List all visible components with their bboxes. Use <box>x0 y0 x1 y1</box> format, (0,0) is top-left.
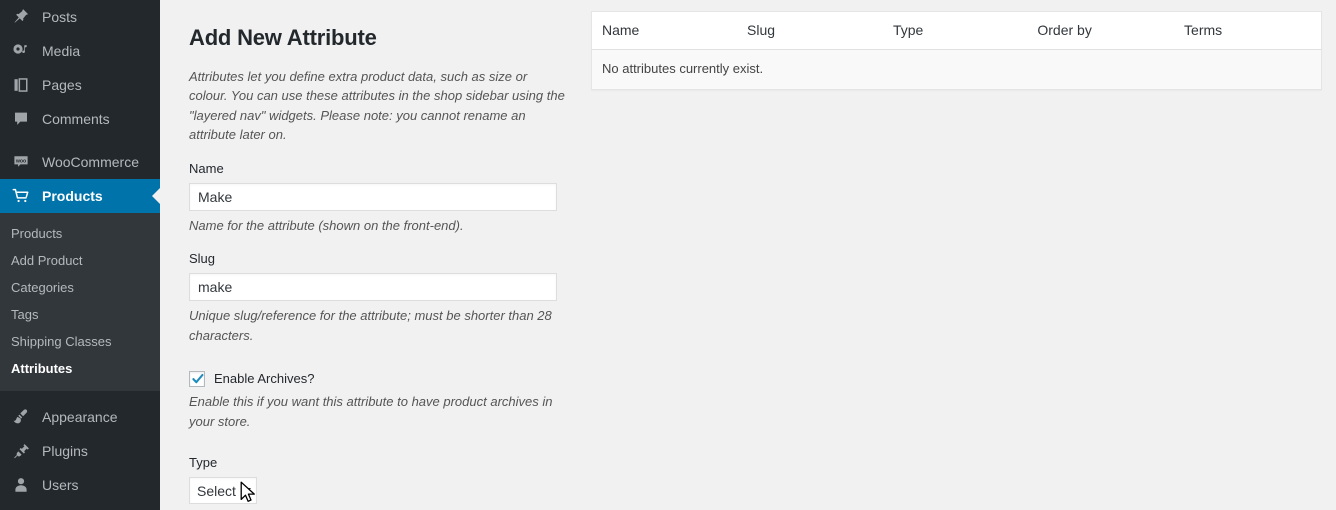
name-description: Name for the attribute (shown on the fro… <box>189 216 561 236</box>
sidebar-woocommerce-group: woo WooCommerce Products Products <box>0 145 160 391</box>
column-header-type: Type <box>883 12 1027 50</box>
chevron-down-icon <box>243 488 251 493</box>
woocommerce-icon: woo <box>11 152 33 172</box>
sidebar-item-label: Media <box>42 44 80 58</box>
sidebar-item-products[interactable]: Products <box>0 179 160 213</box>
column-header-slug: Slug <box>737 12 883 50</box>
column-header-name: Name <box>592 12 738 50</box>
empty-state-message: No attributes currently exist. <box>592 50 1322 90</box>
sidebar-item-label: Comments <box>42 112 110 126</box>
plug-icon <box>11 441 33 461</box>
pages-icon <box>11 75 33 95</box>
sidebar-primary-group: Posts Media <box>0 0 160 136</box>
table-header-row: Name Slug Type Order by Terms <box>592 12 1322 50</box>
products-submenu: Products Add Product Categories Tags Shi… <box>0 213 160 391</box>
sidebar-item-posts[interactable]: Posts <box>0 0 160 34</box>
enable-archives-description: Enable this if you want this attribute t… <box>189 392 561 431</box>
sidebar-item-label: Users <box>42 478 79 492</box>
attributes-table: Name Slug Type Order by Terms No attribu… <box>591 11 1322 90</box>
sidebar-item-users[interactable]: Users <box>0 468 160 502</box>
column-header-order-by: Order by <box>1027 12 1174 50</box>
sidebar-item-label: Appearance <box>42 410 118 424</box>
sidebar-item-label: Products <box>42 189 103 203</box>
sidebar-item-media[interactable]: Media <box>0 34 160 68</box>
media-icon <box>11 41 33 61</box>
submenu-item-products[interactable]: Products <box>0 220 160 247</box>
cart-icon <box>11 186 33 206</box>
attributes-table-head: Name Slug Type Order by Terms <box>592 12 1322 50</box>
sidebar-item-label: Plugins <box>42 444 88 458</box>
attribute-name-input[interactable] <box>189 183 557 211</box>
enable-archives-row[interactable]: Enable Archives? <box>189 371 590 387</box>
paintbrush-icon <box>11 407 33 427</box>
name-field-block: Name Name for the attribute (shown on th… <box>189 161 590 236</box>
sidebar-item-label: Posts <box>42 10 77 24</box>
comments-icon <box>11 109 33 129</box>
attributes-table-body: No attributes currently exist. <box>592 50 1322 90</box>
submenu-item-attributes[interactable]: Attributes <box>0 355 160 382</box>
page-title: Add New Attribute <box>189 0 590 53</box>
enable-archives-label: Enable Archives? <box>214 371 314 387</box>
enable-archives-checkbox[interactable] <box>189 371 205 387</box>
form-intro-text: Attributes let you define extra product … <box>189 67 569 145</box>
slug-description: Unique slug/reference for the attribute;… <box>189 306 561 345</box>
attribute-slug-input[interactable] <box>189 273 557 301</box>
sidebar-item-label: WooCommerce <box>42 155 139 169</box>
sidebar-item-pages[interactable]: Pages <box>0 68 160 102</box>
sidebar-item-woocommerce[interactable]: woo WooCommerce <box>0 145 160 179</box>
table-empty-row: No attributes currently exist. <box>592 50 1322 90</box>
sidebar-item-plugins[interactable]: Plugins <box>0 434 160 468</box>
submenu-item-shipping-classes[interactable]: Shipping Classes <box>0 328 160 355</box>
sidebar-separator <box>0 136 160 145</box>
attribute-type-select-wrap[interactable]: Select <box>189 477 257 504</box>
admin-sidebar: Posts Media <box>0 0 160 510</box>
sidebar-item-label: Pages <box>42 78 82 92</box>
slug-field-block: Slug Unique slug/reference for the attri… <box>189 251 590 345</box>
slug-label: Slug <box>189 251 590 267</box>
submenu-item-add-product[interactable]: Add Product <box>0 247 160 274</box>
sidebar-item-comments[interactable]: Comments <box>0 102 160 136</box>
sidebar-item-appearance[interactable]: Appearance <box>0 400 160 434</box>
add-attribute-form: Add New Attribute Attributes let you def… <box>160 0 590 510</box>
type-field-block: Type Select <box>189 455 590 504</box>
pushpin-icon <box>11 7 33 27</box>
attributes-table-section: Name Slug Type Order by Terms No attribu… <box>591 11 1322 90</box>
admin-screen: Posts Media <box>0 0 1336 510</box>
name-label: Name <box>189 161 590 177</box>
sidebar-separator-bottom <box>0 391 160 400</box>
checkmark-icon <box>190 370 208 388</box>
svg-text:woo: woo <box>15 159 26 165</box>
submenu-item-tags[interactable]: Tags <box>0 301 160 328</box>
type-label: Type <box>189 455 590 471</box>
sidebar-bottom-group: Appearance Plugins <box>0 400 160 502</box>
submenu-item-categories[interactable]: Categories <box>0 274 160 301</box>
user-icon <box>11 475 33 495</box>
column-header-terms: Terms <box>1174 12 1321 50</box>
